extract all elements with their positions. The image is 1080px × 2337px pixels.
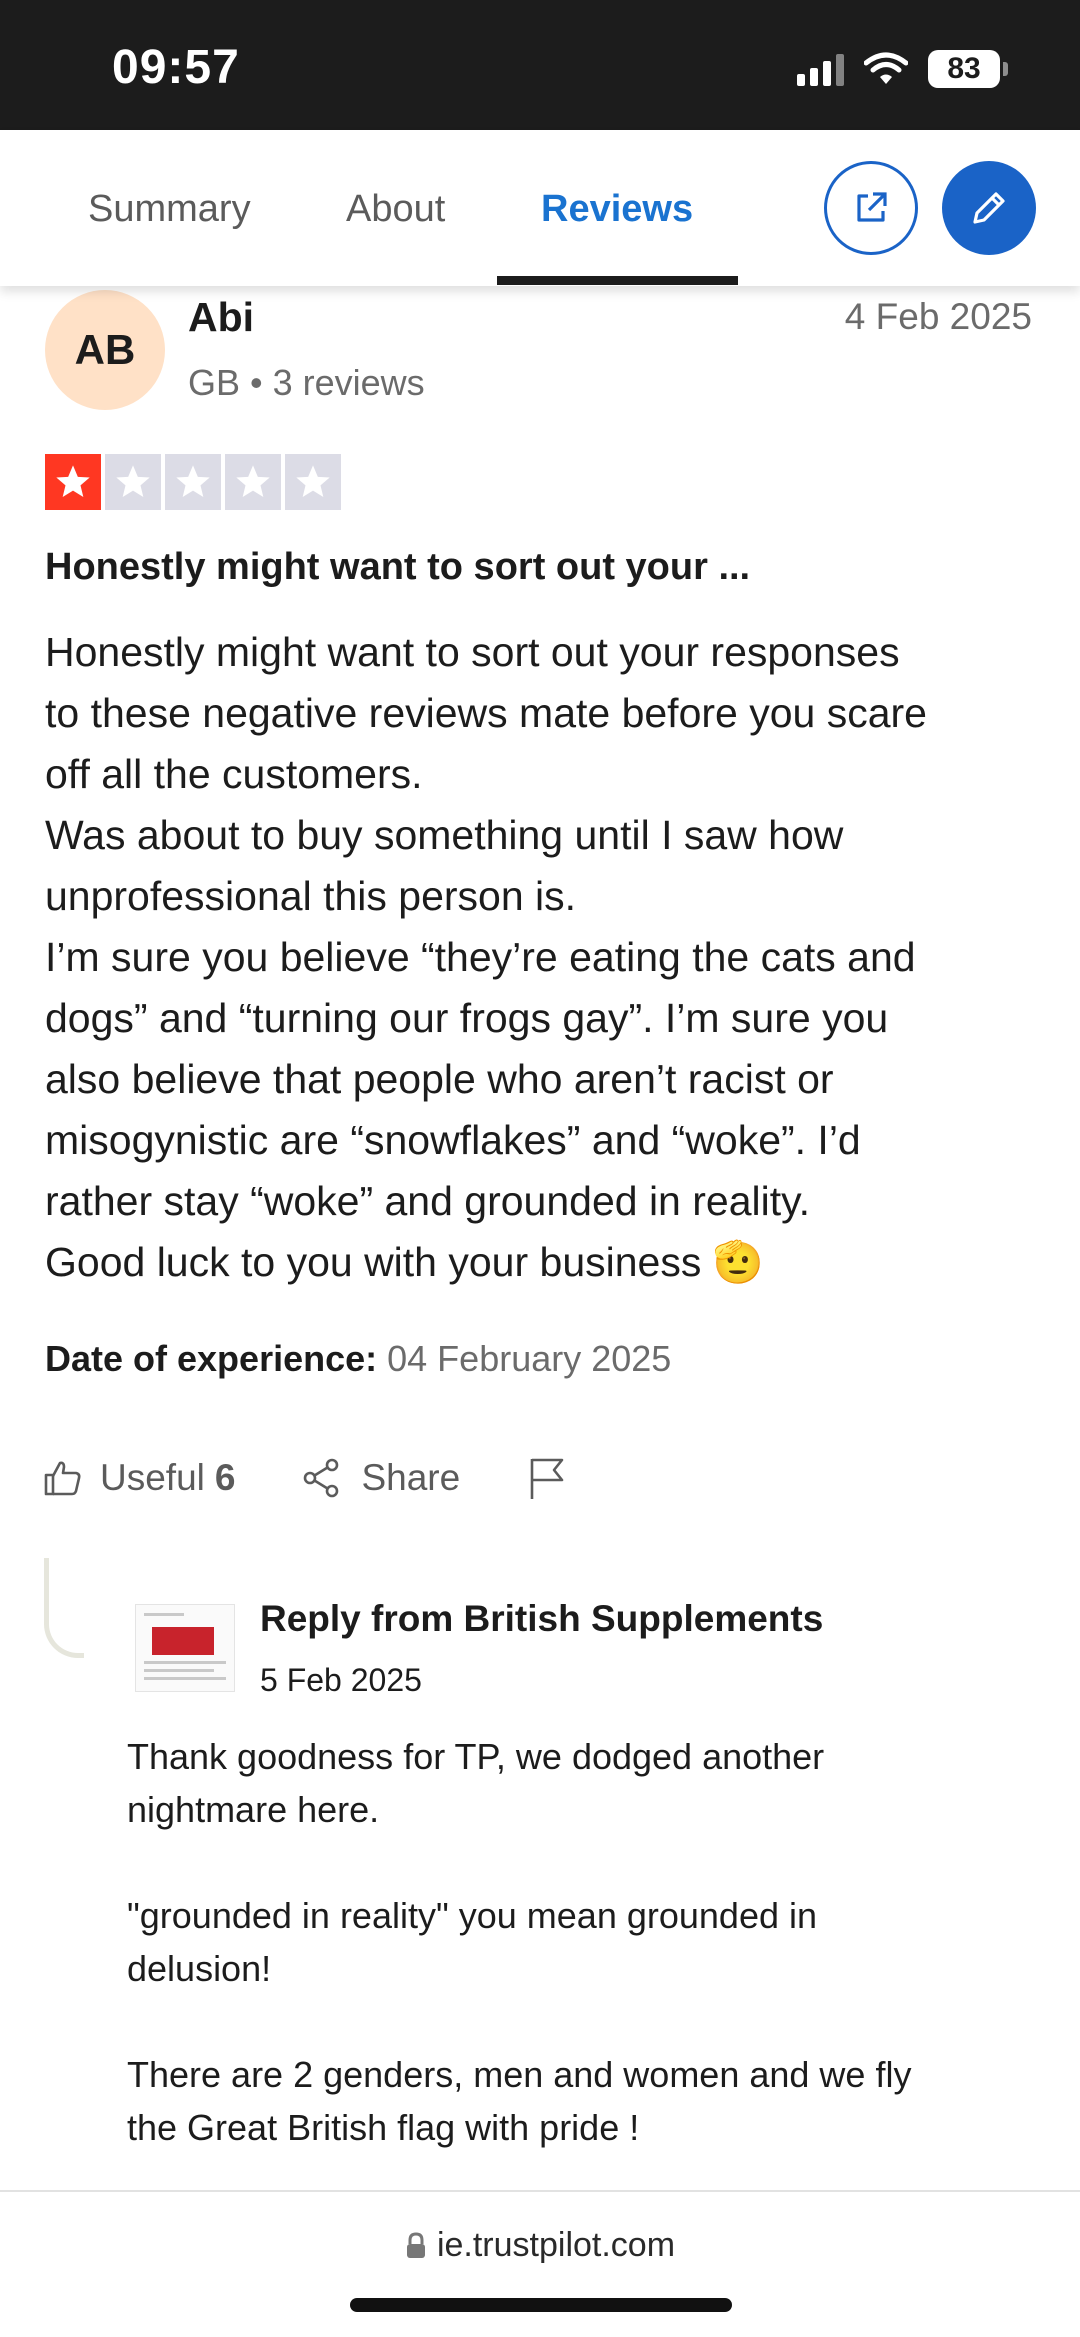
review-date: 4 Feb 2025 [844,296,1032,337]
review-line: I’m sure you believe “they’re eating the… [45,934,916,980]
active-tab-indicator [497,276,738,285]
date-of-experience: Date of experience: 04 February 2025 [45,1338,671,1380]
review-line: Honestly might want to sort out your res… [45,629,900,675]
review-line: unprofessional this person is. [45,873,577,919]
share-icon [304,1458,339,1498]
review-line: Was about to buy something until I saw h… [45,812,844,858]
reply-body: Thank goodness for TP, we dodged another… [127,1730,1047,2154]
review-line: dogs” and “turning our frogs gay”. I’m s… [45,995,889,1041]
status-bar: 09:57 83 [0,0,1080,130]
review-line: misogynistic are “snowflakes” and “woke”… [45,1117,861,1163]
pencil-icon [973,192,1005,224]
wifi-icon [864,52,908,84]
reply-line: "grounded in reality" you mean grounded … [127,1895,818,1936]
status-icons: 83 [797,50,1008,88]
battery-level: 83 [928,50,1000,88]
signal-icon [797,52,844,86]
battery-icon: 83 [928,50,1008,88]
avatar[interactable]: AB [45,290,165,410]
review-line: rather stay “woke” and grounded in reali… [45,1178,810,1224]
review-actions: Useful 6 Share [42,1455,568,1501]
company-logo[interactable] [135,1604,235,1692]
useful-label: Useful [100,1457,205,1498]
reply-line: nightmare here. [127,1789,380,1830]
star-icon [285,454,341,510]
review-body: Honestly might want to sort out your res… [45,622,1045,1293]
star-rating [45,454,341,510]
tab-about[interactable]: About [346,188,445,231]
star-icon [45,454,101,510]
reply-line: Thank goodness for TP, we dodged another [127,1736,825,1777]
share-button[interactable]: Share [301,1457,460,1499]
reply-connector [44,1558,84,1658]
browser-url-bar[interactable]: ie.trustpilot.com [0,2190,1080,2337]
review-line: Good luck to you with your business 🫡 [45,1239,764,1285]
lock-icon [406,2231,425,2258]
review-line: also believe that people who aren’t raci… [45,1056,834,1102]
star-icon [225,454,281,510]
reply-date: 5 Feb 2025 [260,1662,422,1698]
review-line: to these negative reviews mate before yo… [45,690,927,736]
review-line: off all the customers. [45,751,423,797]
useful-button[interactable]: Useful 6 [42,1457,235,1499]
home-indicator[interactable] [350,2298,732,2312]
thumbs-up-icon [44,1461,81,1496]
business-nav: Summary About Reviews [0,130,1080,286]
status-time: 09:57 [112,41,240,94]
url-display[interactable]: ie.trustpilot.com [0,2226,1080,2265]
report-button[interactable] [526,1455,568,1501]
reply-line: the Great British flag with pride ! [127,2107,640,2148]
share-label: Share [361,1457,461,1498]
tab-reviews[interactable]: Reviews [541,188,693,231]
reviewer-name[interactable]: Abi [188,294,254,341]
star-icon [165,454,221,510]
visit-website-button[interactable] [824,161,918,255]
useful-count: 6 [214,1457,236,1498]
date-of-experience-label: Date of experience: [45,1338,378,1379]
reply-from: Reply from British Supplements [260,1598,824,1639]
review-title[interactable]: Honestly might want to sort out your ... [45,546,750,589]
star-icon [105,454,161,510]
reply-line: There are 2 genders, men and women and w… [127,2054,912,2095]
external-link-icon [857,192,887,222]
reply-line: delusion! [127,1948,272,1989]
flag-icon [530,1458,564,1499]
reviewer-meta: GB • 3 reviews [188,362,425,403]
date-of-experience-value: 04 February 2025 [387,1338,672,1379]
write-review-button[interactable] [942,161,1036,255]
url-text: ie.trustpilot.com [436,2226,676,2264]
tab-summary[interactable]: Summary [88,188,251,231]
